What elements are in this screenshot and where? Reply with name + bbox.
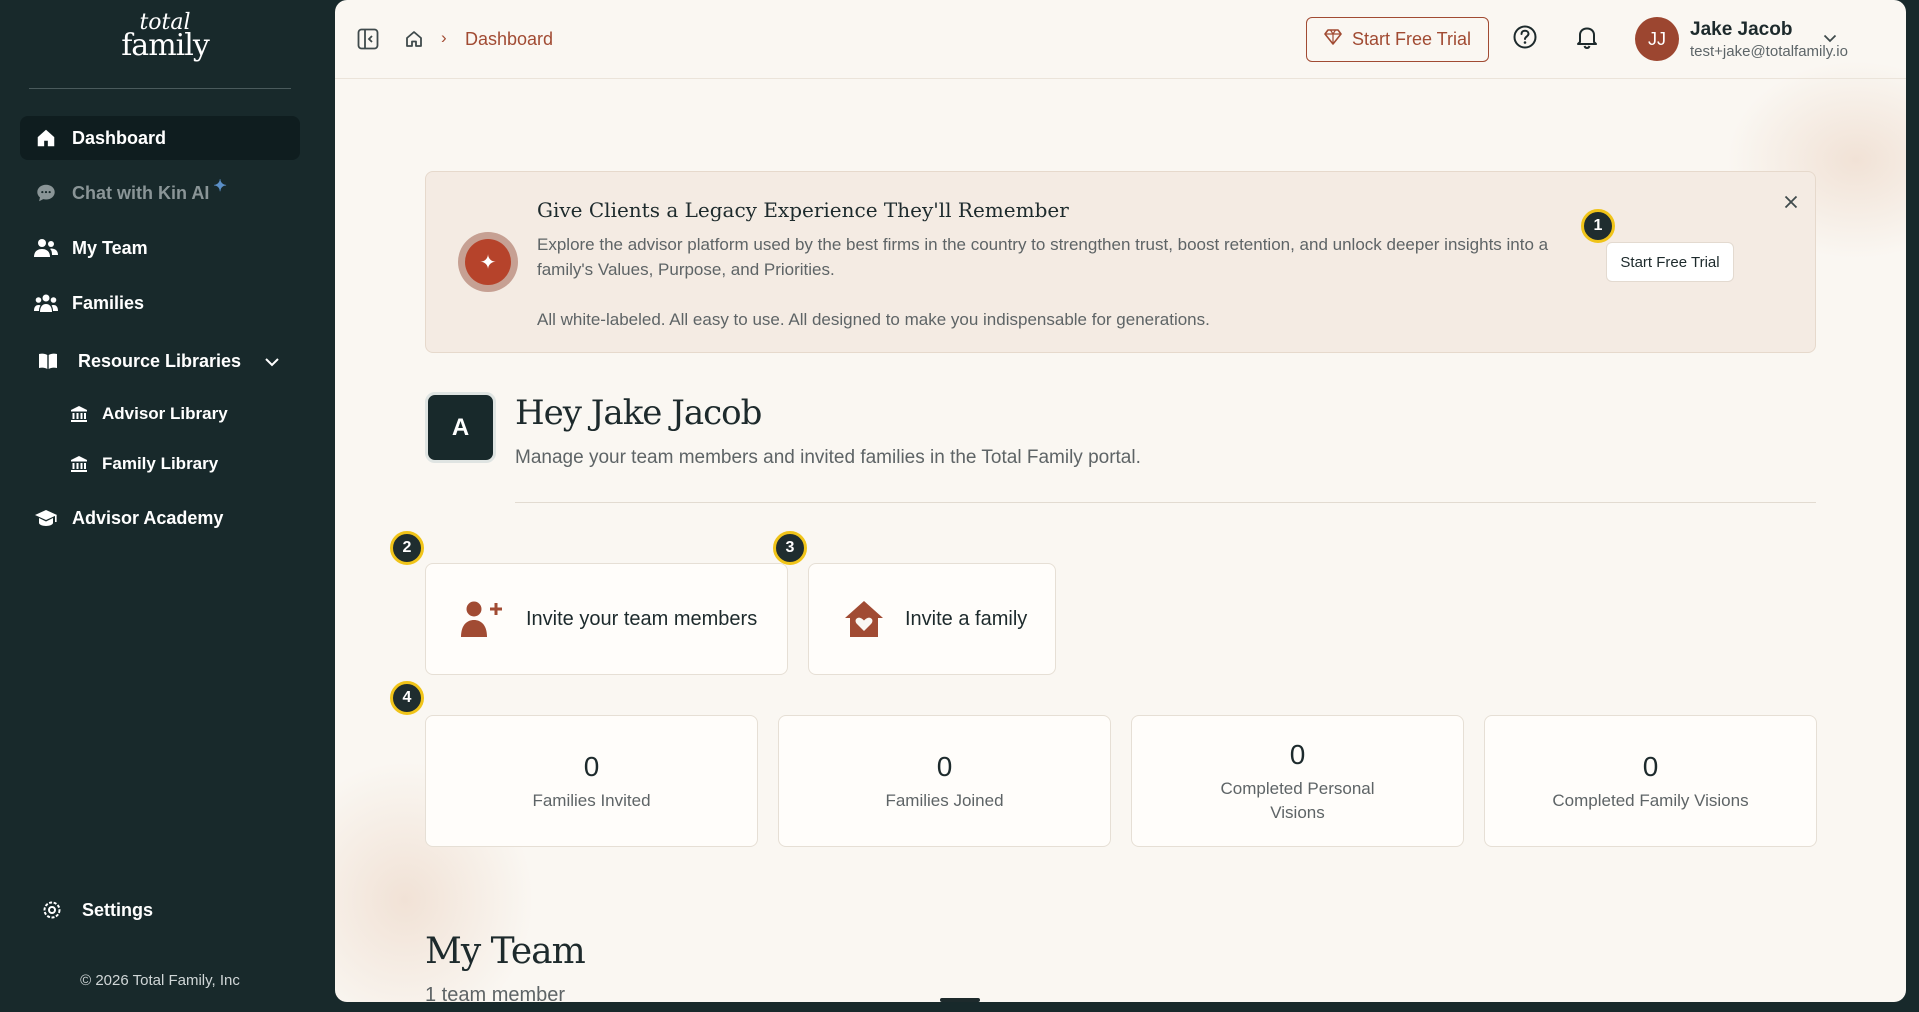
stat-value: 0 (583, 751, 600, 782)
section-subtitle: 1 team member (425, 984, 566, 1002)
sidebar-item-advisor-library[interactable]: Advisor Library (56, 392, 296, 436)
library-icon (70, 402, 88, 426)
start-free-trial-button[interactable]: Start Free Trial (1306, 17, 1489, 62)
book-icon (36, 349, 60, 373)
stat-card-personal-visions: 0 Completed Personal Visions (1131, 715, 1464, 847)
chevron-down-icon[interactable] (1823, 30, 1837, 48)
sidebar-item-advisor-academy[interactable]: Advisor Academy (20, 496, 300, 540)
library-icon (70, 452, 88, 476)
invite-team-members-card[interactable]: Invite your team members (425, 563, 788, 675)
help-icon[interactable] (1512, 24, 1538, 50)
user-avatar[interactable]: JJ (1635, 17, 1679, 61)
main-content: › Dashboard Start Free Trial JJ Jake Jac… (335, 0, 1906, 1002)
step-marker: 2 (390, 531, 424, 565)
gear-icon (40, 898, 64, 922)
promo-banner: ✦ Give Clients a Legacy Experience They'… (425, 171, 1816, 353)
stat-label: Completed Personal Visions (1220, 779, 1375, 822)
banner-tagline: All white-labeled. All easy to use. All … (537, 310, 1210, 329)
sidebar-toggle-icon[interactable] (355, 26, 381, 52)
sidebar: total family Dashboard Chat with Kin AI … (0, 0, 335, 1012)
user-name[interactable]: Jake Jacob (1690, 19, 1792, 41)
banner-title: Give Clients a Legacy Experience They'll… (537, 198, 1069, 222)
banner-start-free-trial-button[interactable]: Start Free Trial (1606, 242, 1734, 282)
house-heart-icon (841, 596, 887, 642)
sidebar-item-resource-libraries[interactable]: Resource Libraries (20, 339, 300, 383)
step-marker: 1 (1581, 209, 1615, 243)
stat-card-families-invited: 0 Families Invited (425, 715, 758, 847)
action-label: Invite your team members (526, 607, 758, 630)
page-title: Hey Jake Jacob (515, 393, 762, 433)
sidebar-item-chat-kin-ai[interactable]: Chat with Kin AI ✦ (20, 171, 300, 215)
topbar: › Dashboard Start Free Trial JJ Jake Jac… (335, 0, 1906, 79)
stat-label: Families Joined (885, 791, 1004, 810)
chat-icon (34, 181, 58, 205)
step-marker: 4 (390, 681, 424, 715)
bell-icon[interactable] (1574, 24, 1600, 50)
sidebar-item-label: Chat with Kin AI (72, 182, 210, 203)
stat-value: 0 (1642, 751, 1659, 782)
stat-label: Families Invited (532, 791, 651, 810)
sidebar-item-label: Settings (82, 899, 154, 920)
sidebar-item-family-library[interactable]: Family Library (56, 442, 296, 486)
sidebar-item-label: My Team (72, 237, 148, 258)
sparkle-badge-icon: ✦ (458, 232, 518, 292)
divider (515, 502, 1816, 503)
stat-value: 0 (936, 751, 953, 782)
section-title: My Team (425, 931, 586, 972)
close-icon[interactable] (1779, 190, 1803, 214)
diamond-icon (1324, 29, 1342, 50)
stat-card-families-joined: 0 Families Joined (778, 715, 1111, 847)
sidebar-divider (29, 88, 291, 89)
invite-family-card[interactable]: Invite a family (808, 563, 1056, 675)
sparkle-icon: ✦ (213, 178, 227, 195)
add-user-icon (458, 596, 504, 642)
page-subtitle: Manage your team members and invited fam… (515, 447, 1141, 468)
families-icon (34, 291, 58, 315)
home-icon[interactable] (401, 26, 427, 52)
banner-text: Explore the advisor platform used by the… (537, 235, 1549, 279)
team-icon (34, 236, 58, 260)
sidebar-item-label: Dashboard (72, 127, 167, 148)
breadcrumb[interactable]: Dashboard (465, 29, 553, 50)
scroll-handle[interactable] (940, 998, 980, 1002)
brand-logo[interactable]: total family (110, 12, 220, 60)
chevron-down-icon[interactable] (264, 351, 280, 372)
stat-card-family-visions: 0 Completed Family Visions (1484, 715, 1817, 847)
sidebar-item-families[interactable]: Families (20, 281, 300, 325)
chevron-right-icon: › (441, 28, 447, 47)
step-marker: 3 (773, 531, 807, 565)
sidebar-item-dashboard[interactable]: Dashboard (20, 116, 300, 160)
organization-avatar: A (425, 392, 496, 463)
sidebar-item-label: Family Library (102, 454, 219, 473)
stat-value: 0 (1289, 739, 1306, 770)
sidebar-item-label: Advisor Library (102, 404, 228, 423)
copyright-text: © 2026 Total Family, Inc (80, 972, 240, 989)
sidebar-item-label: Families (72, 292, 145, 313)
sidebar-item-settings[interactable]: Settings (20, 888, 300, 932)
sidebar-item-my-team[interactable]: My Team (20, 226, 300, 270)
sidebar-item-label: Resource Libraries (78, 350, 242, 371)
action-label: Invite a family (905, 607, 1028, 630)
stat-label: Completed Family Visions (1552, 791, 1749, 810)
home-icon (34, 126, 58, 150)
graduation-cap-icon (34, 506, 58, 530)
sidebar-item-label: Advisor Academy (72, 507, 224, 528)
